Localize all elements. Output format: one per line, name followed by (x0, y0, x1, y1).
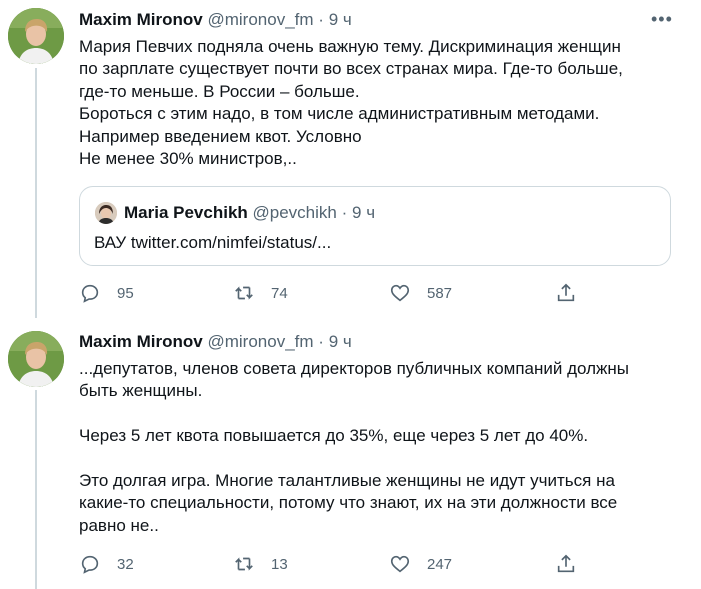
thread-line (35, 68, 37, 318)
quote-header: Maria Pevchikh @pevchikh · 9 ч (124, 201, 375, 225)
reply-count: 95 (117, 284, 134, 302)
quote-timestamp: 9 ч (352, 203, 376, 222)
quote-author-handle: @pevchikh (252, 203, 337, 222)
tweet-text: ...депутатов, членов совета директоров п… (79, 359, 630, 535)
tweet-header: Maxim Mironov @mironov_fm · 9 ч (79, 9, 352, 31)
retweet-button[interactable]: 13 (233, 552, 288, 576)
retweet-count: 13 (271, 555, 288, 573)
retweet-count: 74 (271, 284, 288, 302)
heart-icon (390, 555, 410, 573)
tweet[interactable]: Maxim Mironov @mironov_fm · 9 ч ••• Мари… (0, 0, 701, 318)
timestamp[interactable]: 9 ч (329, 10, 352, 29)
tweet-header: Maxim Mironov @mironov_fm · 9 ч (79, 331, 352, 353)
reply-button[interactable]: 32 (79, 552, 134, 576)
like-count: 247 (427, 555, 453, 573)
heart-icon (390, 284, 410, 302)
quote-avatar (95, 202, 117, 224)
thread-line (35, 390, 37, 589)
retweet-icon (235, 286, 253, 300)
more-horizontal-icon[interactable]: ••• (651, 9, 672, 29)
author-name[interactable]: Maxim Mironov (79, 332, 203, 351)
quote-author-name: Maria Pevchikh (124, 203, 248, 222)
author-handle[interactable]: @mironov_fm (207, 332, 313, 351)
share-button[interactable] (555, 552, 577, 576)
like-button[interactable]: 587 (389, 281, 452, 305)
share-button[interactable] (555, 281, 577, 305)
avatar[interactable] (8, 8, 64, 64)
like-count: 587 (427, 284, 453, 302)
quote-text: ВАУ twitter.com/nimfei/status/... (94, 233, 332, 252)
share-icon (557, 283, 575, 302)
tweet[interactable]: Maxim Mironov @mironov_fm · 9 ч ...депут… (0, 318, 701, 589)
action-bar: 95 74 587 (79, 281, 579, 305)
separator-dot: · (318, 332, 324, 351)
reply-button[interactable]: 95 (79, 281, 134, 305)
action-bar: 32 13 247 (79, 552, 579, 576)
timestamp[interactable]: 9 ч (329, 332, 352, 351)
tweet-text: Мария Певчих подняла очень важную тему. … (79, 37, 623, 169)
author-handle[interactable]: @mironov_fm (207, 10, 313, 29)
share-icon (557, 554, 575, 573)
quoted-tweet[interactable]: Maria Pevchikh @pevchikh · 9 ч ВАУ twitt… (79, 186, 671, 266)
reply-icon (81, 284, 99, 303)
author-name[interactable]: Maxim Mironov (79, 10, 203, 29)
reply-icon (81, 555, 99, 574)
retweet-button[interactable]: 74 (233, 281, 288, 305)
like-button[interactable]: 247 (389, 552, 452, 576)
avatar[interactable] (8, 331, 64, 387)
separator-dot: · (341, 203, 348, 222)
reply-count: 32 (117, 555, 134, 573)
separator-dot: · (318, 10, 324, 29)
retweet-icon (235, 557, 253, 571)
